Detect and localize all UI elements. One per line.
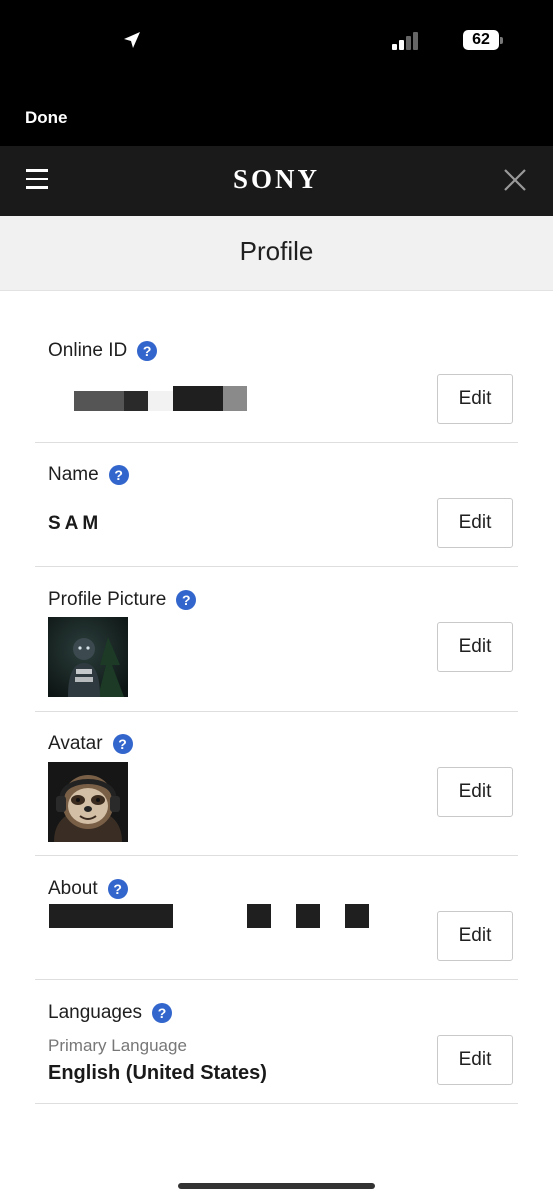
- languages-label-row: Languages ?: [48, 1002, 173, 1024]
- edit-name-button[interactable]: Edit: [437, 498, 513, 548]
- avatar-label: Avatar: [48, 733, 103, 754]
- page-title: Profile: [239, 236, 314, 266]
- redacted-online-id: [74, 391, 124, 411]
- avatar-label-row: Avatar ?: [48, 733, 133, 755]
- section-name: Name ? SAM Edit: [35, 443, 518, 567]
- section-languages: Languages ? Primary Language English (Un…: [35, 980, 518, 1104]
- online-id-label-row: Online ID ?: [48, 340, 158, 362]
- help-icon[interactable]: ?: [152, 1003, 173, 1023]
- section-profile-picture: Profile Picture ? Edit: [35, 567, 518, 712]
- section-avatar: Avatar ? Edit: [35, 712, 518, 856]
- redacted-online-id: [124, 391, 148, 411]
- location-arrow-icon: [124, 32, 140, 48]
- name-label: Name: [48, 464, 99, 485]
- status-bar: [0, 0, 553, 146]
- battery-tip: [500, 37, 503, 44]
- section-about: About ? Edit: [35, 856, 518, 980]
- name-value: SAM: [48, 513, 103, 534]
- battery-icon: 62: [463, 30, 499, 50]
- about-label-row: About ?: [48, 878, 128, 900]
- edit-languages-button[interactable]: Edit: [437, 1035, 513, 1085]
- help-icon[interactable]: ?: [112, 734, 133, 754]
- primary-language-label: Primary Language: [48, 1036, 187, 1055]
- online-id-label: Online ID: [48, 340, 128, 361]
- edit-about-button[interactable]: Edit: [437, 911, 513, 961]
- sony-logo: SONY: [232, 164, 320, 194]
- close-icon[interactable]: [503, 168, 527, 192]
- help-icon[interactable]: ?: [137, 341, 158, 361]
- status-time: 9:37: [67, 28, 114, 53]
- name-label-row: Name ?: [48, 464, 129, 486]
- languages-label: Languages: [48, 1002, 143, 1023]
- section-online-id: Online ID ? Edit: [35, 291, 518, 443]
- about-label: About: [48, 878, 98, 899]
- profile-picture-label-row: Profile Picture ?: [48, 589, 197, 611]
- cellular-signal-icon: [392, 32, 418, 50]
- redacted-online-id: [173, 386, 223, 411]
- profile-picture-image: [48, 617, 128, 697]
- redacted-about-text: [247, 904, 271, 928]
- redacted-about-text: [296, 904, 320, 928]
- help-icon[interactable]: ?: [107, 879, 128, 899]
- redacted-about-text: [345, 904, 369, 928]
- help-icon[interactable]: ?: [176, 590, 197, 610]
- edit-avatar-button[interactable]: Edit: [437, 767, 513, 817]
- help-icon[interactable]: ?: [108, 465, 129, 485]
- profile-picture-label: Profile Picture: [48, 589, 167, 610]
- edit-profile-picture-button[interactable]: Edit: [437, 622, 513, 672]
- home-indicator: [178, 1183, 375, 1189]
- primary-language-value: English (United States): [48, 1062, 267, 1084]
- network-type: 5G: [428, 30, 453, 50]
- edit-online-id-button[interactable]: Edit: [437, 374, 513, 424]
- redacted-about-text: [49, 904, 173, 928]
- avatar-image: [48, 762, 128, 842]
- redacted-online-id: [223, 386, 247, 411]
- redacted-online-id: [148, 391, 174, 411]
- done-button[interactable]: Done: [25, 108, 68, 128]
